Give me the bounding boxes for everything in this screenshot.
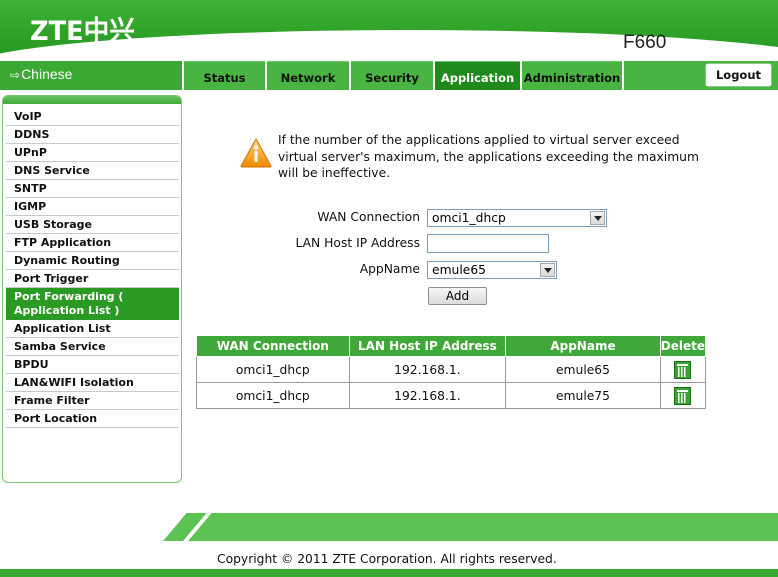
sidebar-item-application-list[interactable]: Application List	[6, 320, 179, 338]
sidebar: VoIP DDNS UPnP DNS Service SNTP IGMP USB…	[2, 95, 182, 483]
logout-button[interactable]: Logout	[705, 63, 772, 87]
cell-delete	[659, 356, 707, 383]
sidebar-menu: VoIP DDNS UPnP DNS Service SNTP IGMP USB…	[3, 104, 181, 428]
footer-bar	[156, 513, 778, 541]
sidebar-item-sntp[interactable]: SNTP	[6, 180, 179, 198]
sidebar-item-ftp-application[interactable]: FTP Application	[6, 234, 179, 252]
arrow-right-icon: ⇨	[10, 68, 21, 82]
cell-appname: emule65	[505, 356, 661, 383]
sidebar-item-port-location[interactable]: Port Location	[6, 410, 179, 428]
sidebar-item-port-forwarding-application-list[interactable]: Port Forwarding ( Application List )	[6, 288, 179, 320]
warning-icon	[240, 138, 272, 168]
language-label: Chinese	[21, 66, 73, 82]
copyright-text: Copyright © 2011 ZTE Corporation. All ri…	[217, 552, 557, 566]
language-switch[interactable]: ⇨Chinese	[0, 61, 182, 90]
tab-status[interactable]: Status	[184, 61, 265, 90]
trash-icon[interactable]	[674, 360, 692, 379]
wan-connection-value: omci1_dhcp	[432, 211, 506, 225]
lan-host-ip-input[interactable]	[427, 234, 549, 253]
add-button[interactable]: Add	[428, 287, 487, 305]
warning-message: If the number of the applications applie…	[278, 133, 699, 180]
sidebar-item-voip[interactable]: VoIP	[6, 108, 179, 126]
table-header-row: WAN Connection LAN Host IP Address AppNa…	[196, 335, 707, 357]
application-table: WAN Connection LAN Host IP Address AppNa…	[196, 335, 707, 409]
cell-wan-connection: omci1_dhcp	[196, 356, 350, 383]
sidebar-item-upnp[interactable]: UPnP	[6, 144, 179, 162]
zte-logo: ZTE中兴	[30, 16, 135, 47]
sidebar-item-igmp[interactable]: IGMP	[6, 198, 179, 216]
top-nav: ⇨Chinese Status Network Security Applica…	[0, 61, 778, 90]
cell-lan-host-ip: 192.168.1.	[348, 382, 507, 409]
header-banner: ZTE中兴 F660	[0, 0, 778, 58]
sidebar-item-lan-wifi-isolation[interactable]: LAN&WIFI Isolation	[6, 374, 179, 392]
sidebar-header-strip	[3, 96, 181, 104]
tab-network[interactable]: Network	[267, 61, 349, 90]
tab-application[interactable]: Application	[435, 61, 520, 90]
sidebar-item-port-trigger[interactable]: Port Trigger	[6, 270, 179, 288]
table-row: omci1_dhcp 192.168.1. emule75	[196, 382, 707, 409]
wan-connection-select[interactable]: omci1_dhcp	[427, 209, 607, 227]
lan-host-ip-label: LAN Host IP Address	[295, 236, 420, 250]
sidebar-item-dynamic-routing[interactable]: Dynamic Routing	[6, 252, 179, 270]
chevron-down-icon	[590, 211, 605, 225]
appname-label: AppName	[359, 262, 420, 276]
bottom-strip	[0, 569, 778, 577]
column-header-appname: AppName	[505, 335, 661, 357]
trash-icon[interactable]	[674, 386, 692, 405]
sidebar-item-dns-service[interactable]: DNS Service	[6, 162, 179, 180]
appname-value: emule65	[432, 263, 486, 277]
sidebar-item-label: Port Forwarding ( Application List )	[14, 290, 124, 317]
cell-wan-connection: omci1_dhcp	[196, 382, 350, 409]
sidebar-item-usb-storage[interactable]: USB Storage	[6, 216, 179, 234]
column-header-delete: Delete	[659, 335, 707, 357]
sidebar-item-samba-service[interactable]: Samba Service	[6, 338, 179, 356]
chevron-down-icon	[540, 263, 555, 277]
tab-administration[interactable]: Administration	[522, 61, 622, 90]
sidebar-item-bpdu[interactable]: BPDU	[6, 356, 179, 374]
cell-appname: emule75	[505, 382, 661, 409]
column-header-wan-connection: WAN Connection	[196, 335, 350, 357]
table-row: omci1_dhcp 192.168.1. emule65	[196, 356, 707, 383]
appname-select[interactable]: emule65	[427, 261, 557, 279]
tab-security[interactable]: Security	[351, 61, 433, 90]
cell-lan-host-ip: 192.168.1.	[348, 356, 507, 383]
wan-connection-label: WAN Connection	[317, 210, 420, 224]
sidebar-item-ddns[interactable]: DDNS	[6, 126, 179, 144]
device-model: F660	[623, 32, 667, 53]
sidebar-item-frame-filter[interactable]: Frame Filter	[6, 392, 179, 410]
cell-delete	[659, 382, 707, 409]
column-header-lan-host-ip: LAN Host IP Address	[348, 335, 507, 357]
